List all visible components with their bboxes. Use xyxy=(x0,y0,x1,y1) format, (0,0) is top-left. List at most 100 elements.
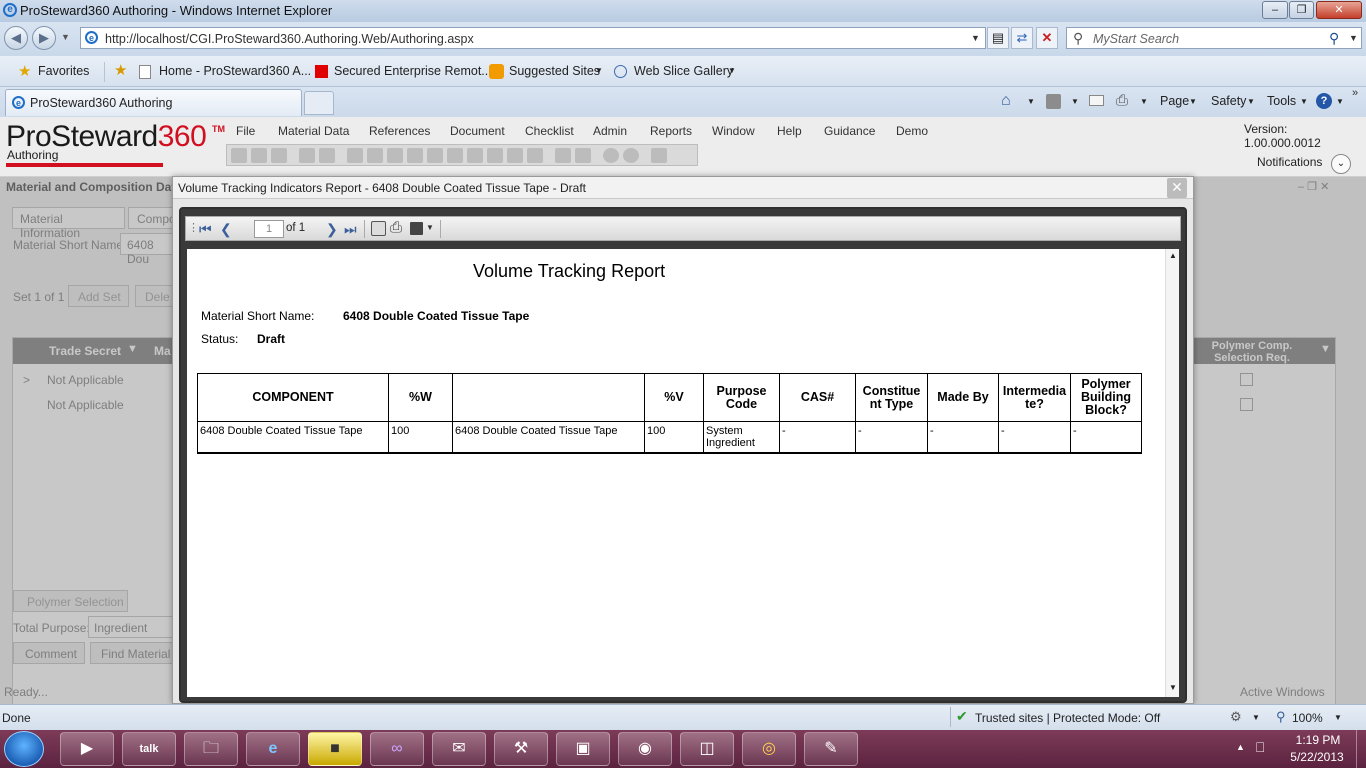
next-page-icon[interactable]: ❯ xyxy=(326,221,338,238)
home-icon[interactable]: ⌂ xyxy=(1001,92,1011,110)
history-dropdown-icon[interactable]: ▼ xyxy=(61,32,70,42)
page-number-input[interactable]: 1 xyxy=(254,220,284,238)
paint-icon[interactable]: ◉ xyxy=(618,732,672,766)
notes-app-icon[interactable]: ✎ xyxy=(804,732,858,766)
maximize-button[interactable]: ❐ xyxy=(1289,1,1314,19)
browser-tab[interactable]: e ProSteward360 Authoring xyxy=(5,89,302,116)
search-box[interactable]: ⚲ MyStart Search ⚲ ▼ xyxy=(1066,27,1362,49)
scroll-up-icon[interactable]: ▲ xyxy=(1169,251,1177,260)
safety-menu[interactable]: Safety xyxy=(1211,94,1246,108)
ghs-tool-icon[interactable] xyxy=(527,148,543,163)
tools-app-icon[interactable]: ⚒ xyxy=(494,732,548,766)
favorites-button[interactable]: Favorites xyxy=(38,64,89,78)
stop-icon[interactable]: ✕ xyxy=(1036,27,1058,49)
menu-window[interactable]: Window xyxy=(712,124,755,138)
save-tool-icon[interactable] xyxy=(231,148,247,163)
fav-home-link[interactable]: Home - ProSteward360 A... xyxy=(159,64,311,78)
print-dropdown-icon[interactable]: ▼ xyxy=(1140,97,1148,106)
last-page-icon[interactable]: ⏭ xyxy=(344,221,357,238)
menu-document[interactable]: Document xyxy=(450,124,505,138)
previous-page-icon[interactable]: ❮ xyxy=(220,221,232,238)
mail-icon[interactable] xyxy=(1089,95,1104,106)
settings-dropdown-icon[interactable]: ▼ xyxy=(1252,713,1260,722)
feeds-dropdown-icon[interactable]: ▼ xyxy=(1071,97,1079,106)
molecule-tool-icon[interactable] xyxy=(347,148,363,163)
suggested-dropdown-icon[interactable]: ▼ xyxy=(595,66,603,75)
chevron-down-icon[interactable]: ⌄ xyxy=(1331,154,1351,174)
mail-tool-icon[interactable] xyxy=(487,148,503,163)
internet-explorer-icon[interactable]: e xyxy=(246,732,300,766)
search-go-icon[interactable]: ⚲ xyxy=(1329,30,1339,47)
clock-time[interactable]: 1:19 PM xyxy=(1290,733,1346,747)
hand-tool-icon[interactable] xyxy=(427,148,443,163)
help-tool-icon[interactable] xyxy=(603,148,619,163)
menu-admin[interactable]: Admin xyxy=(593,124,627,138)
scale-tool-icon[interactable] xyxy=(555,148,571,163)
show-desktop-button[interactable] xyxy=(1356,730,1366,768)
forward-button[interactable]: ▶ xyxy=(32,26,56,50)
page-menu[interactable]: Page xyxy=(1160,94,1189,108)
report-scrollbar[interactable]: ▲ ▼ xyxy=(1165,249,1179,697)
export-dropdown-icon[interactable]: ▼ xyxy=(426,223,434,232)
add-favorite-icon[interactable]: ★ xyxy=(114,61,127,79)
dialog-close-button[interactable]: ✕ xyxy=(1167,178,1187,198)
webslice-dropdown-icon[interactable]: ▼ xyxy=(728,66,736,75)
zoom-fit-icon[interactable] xyxy=(371,221,386,236)
print-report-icon[interactable]: ⎙ xyxy=(390,219,402,236)
chevron-more-icon[interactable]: » xyxy=(1352,87,1358,99)
zoom-dropdown-icon[interactable]: ▼ xyxy=(1334,713,1342,722)
menu-guidance[interactable]: Guidance xyxy=(824,124,875,138)
menu-references[interactable]: References xyxy=(369,124,430,138)
exit-tool-icon[interactable] xyxy=(651,148,667,163)
feeds-icon[interactable] xyxy=(1046,94,1061,109)
menu-demo[interactable]: Demo xyxy=(896,124,928,138)
print-icon[interactable]: ⎙ xyxy=(1116,92,1128,109)
document-tool-icon[interactable] xyxy=(575,148,591,163)
fav-webslice-link[interactable]: Web Slice Gallery xyxy=(634,64,733,78)
search-dropdown-icon[interactable]: ▼ xyxy=(1349,33,1358,43)
menu-file[interactable]: File xyxy=(236,124,255,138)
fav-suggested-link[interactable]: Suggested Sites xyxy=(509,64,600,78)
visual-studio-icon[interactable]: ∞ xyxy=(370,732,424,766)
clock-date[interactable]: 5/22/2013 xyxy=(1286,750,1348,764)
home-dropdown-icon[interactable]: ▼ xyxy=(1027,97,1035,106)
google-tool-icon[interactable] xyxy=(623,148,639,163)
substance-tool-icon[interactable] xyxy=(387,148,403,163)
new-tab-button[interactable] xyxy=(304,91,334,115)
address-dropdown-icon[interactable]: ▼ xyxy=(971,33,980,43)
menu-reports[interactable]: Reports xyxy=(650,124,692,138)
refresh-icon[interactable]: ⇄ xyxy=(1011,27,1033,49)
address-bar[interactable]: e http://localhost/CGI.ProSteward360.Aut… xyxy=(80,27,986,49)
settings-icon[interactable]: ⚙ xyxy=(1230,709,1242,725)
back-button[interactable]: ◀ xyxy=(4,26,28,50)
security-zone[interactable]: Trusted sites | Protected Mode: Off xyxy=(975,711,1160,725)
remote-desktop-icon[interactable]: ◫ xyxy=(680,732,734,766)
flask-tool-icon[interactable] xyxy=(367,148,383,163)
notifications-label[interactable]: Notifications xyxy=(1257,155,1322,169)
globe-tool-icon[interactable] xyxy=(507,148,523,163)
help-dropdown-icon[interactable]: ▼ xyxy=(1336,97,1344,106)
zoom-out-tool-icon[interactable] xyxy=(319,148,335,163)
preview-tool-icon[interactable] xyxy=(271,148,287,163)
outlook-icon[interactable]: ✉ xyxy=(432,732,486,766)
tray-device-icon[interactable]: ⎕ xyxy=(1256,739,1264,756)
media-player-icon[interactable]: ▶ xyxy=(60,732,114,766)
compatibility-icon[interactable]: ▤ xyxy=(987,27,1009,49)
zoom-level[interactable]: 100% xyxy=(1292,711,1323,725)
chrome-icon[interactable]: ◎ xyxy=(742,732,796,766)
close-window-button[interactable]: ✕ xyxy=(1316,1,1362,19)
tools-menu[interactable]: Tools xyxy=(1267,94,1296,108)
print-tool-icon[interactable] xyxy=(251,148,267,163)
menu-material-data[interactable]: Material Data xyxy=(278,124,349,138)
hazard-tool-icon[interactable] xyxy=(467,148,483,163)
start-button[interactable] xyxy=(4,731,44,767)
export-save-icon[interactable] xyxy=(410,222,423,235)
menu-checklist[interactable]: Checklist xyxy=(525,124,574,138)
google-talk-icon[interactable]: talk xyxy=(122,732,176,766)
first-page-icon[interactable]: ⏮ xyxy=(199,221,212,238)
link-tool-icon[interactable] xyxy=(407,148,423,163)
help-icon[interactable]: ? xyxy=(1316,93,1332,109)
scroll-down-icon[interactable]: ▼ xyxy=(1169,683,1177,692)
image-viewer-icon[interactable]: ▣ xyxy=(556,732,610,766)
fav-remote-link[interactable]: Secured Enterprise Remot... xyxy=(334,64,492,78)
